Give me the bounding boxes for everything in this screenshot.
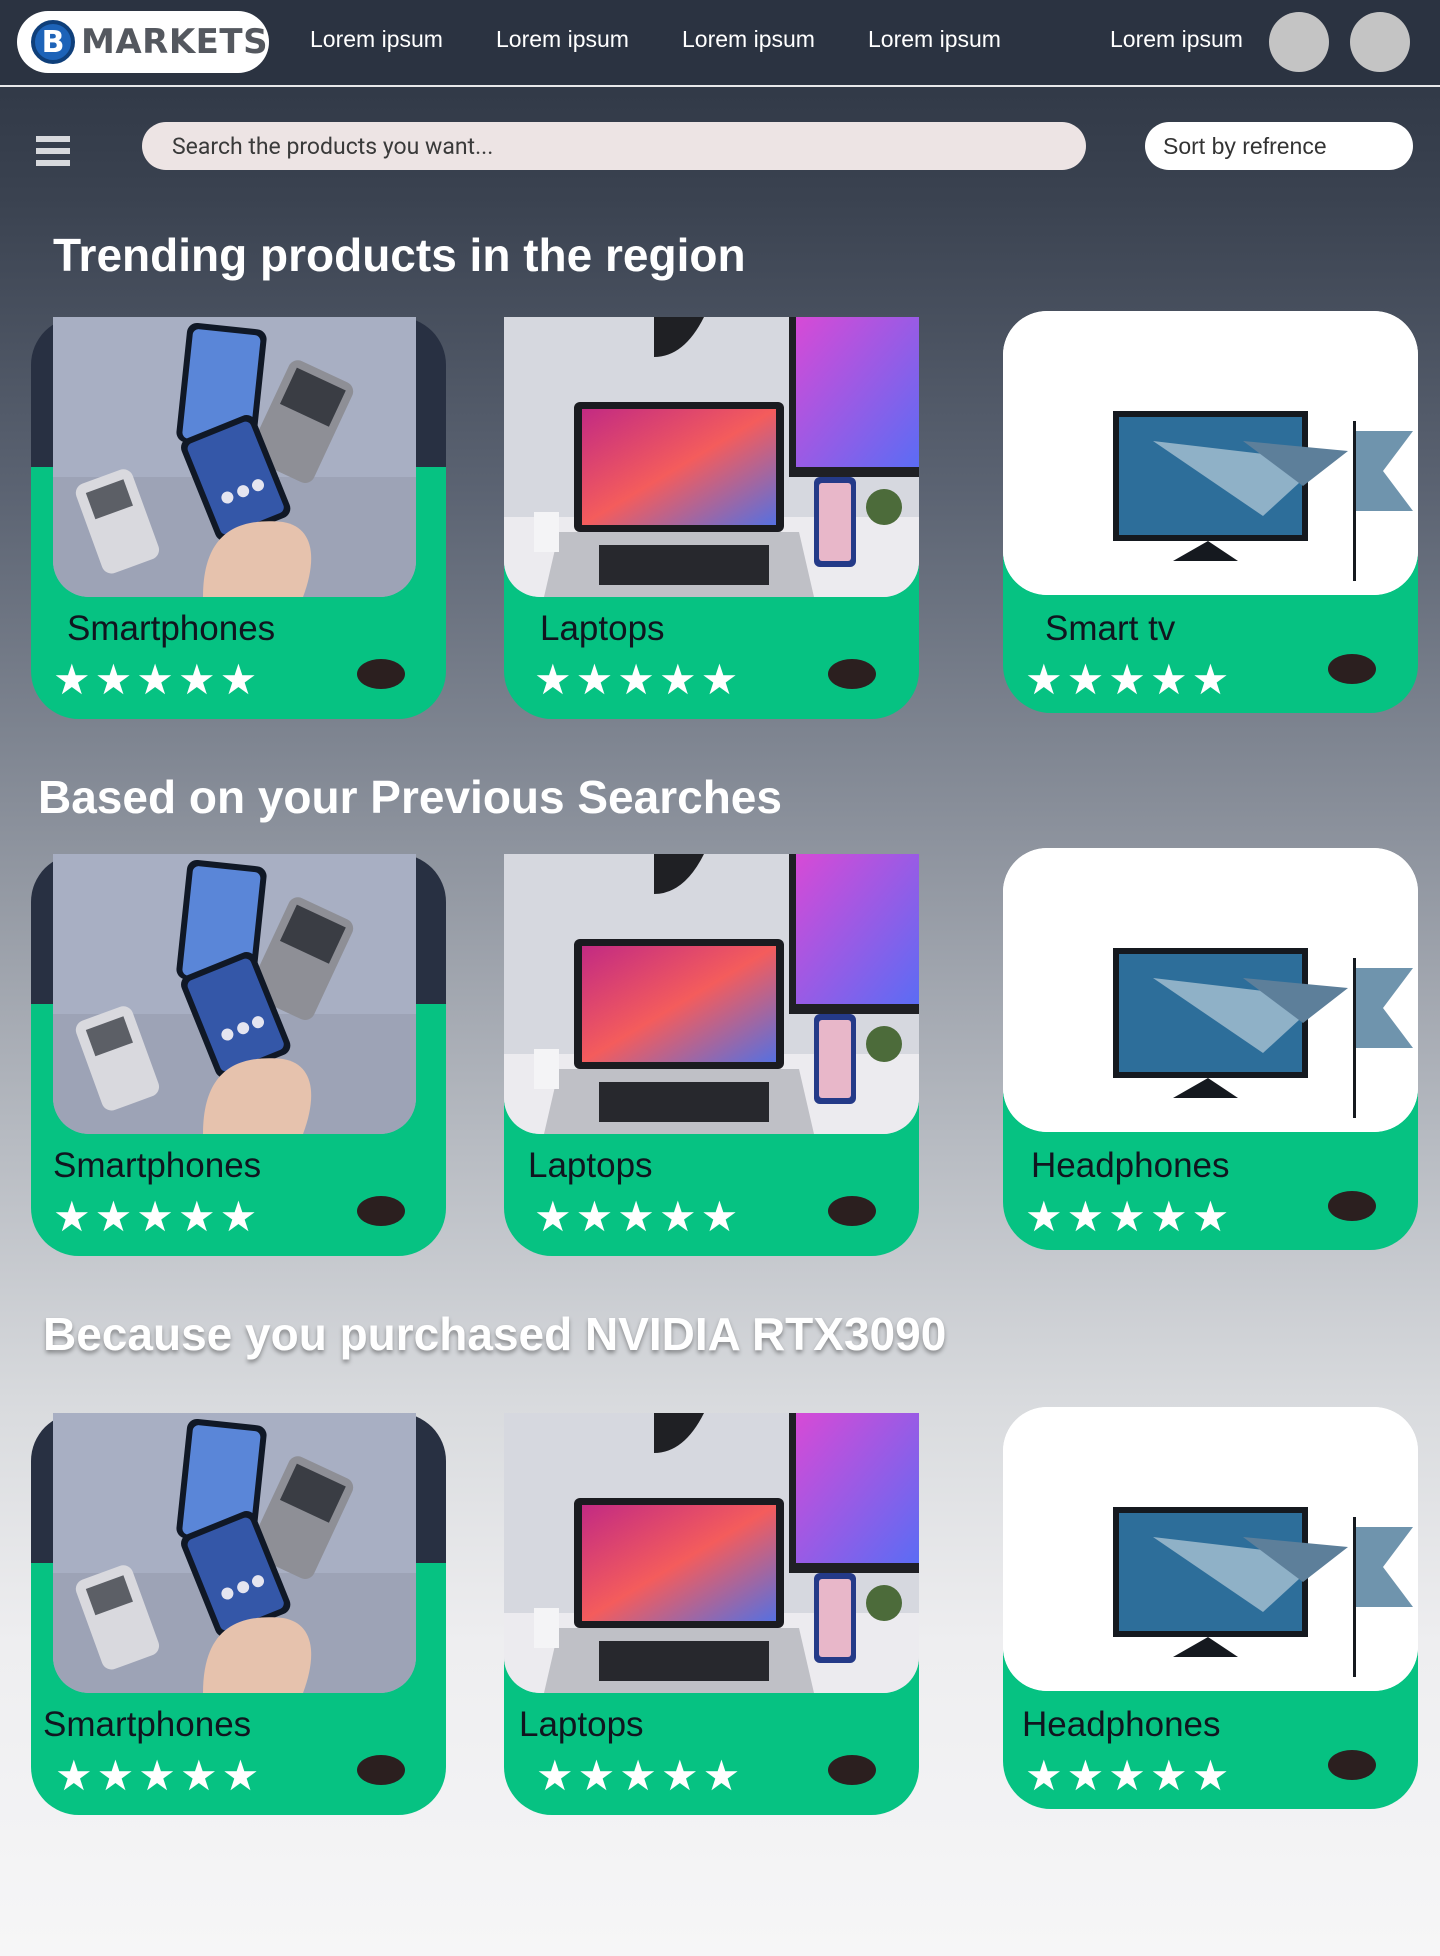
product-name: Smartphones — [67, 609, 276, 648]
rating-stars: ★★★★★ — [1025, 1192, 1234, 1241]
product-card[interactable]: Headphones ★★★★★ — [1003, 1407, 1418, 1809]
favorite-toggle[interactable] — [357, 1196, 405, 1226]
favorite-toggle[interactable] — [828, 659, 876, 689]
section-title-previous-searches: Based on your Previous Searches — [38, 771, 782, 823]
smart-tv-image — [1003, 311, 1418, 595]
section-title-trending: Trending products in the region — [53, 229, 746, 281]
account-avatar[interactable] — [1269, 12, 1329, 72]
smart-tv-image — [1003, 848, 1418, 1132]
nav-link-5[interactable]: Lorem ipsum — [1110, 26, 1243, 53]
product-card[interactable]: Smartphones ★★★★★ — [31, 1413, 446, 1815]
nav-link-1[interactable]: Lorem ipsum — [310, 26, 443, 53]
product-name: Laptops — [528, 1146, 653, 1185]
top-navigation-bar: B MARKETS Lorem ipsum Lorem ipsum Lorem … — [0, 0, 1440, 87]
favorite-toggle[interactable] — [1328, 654, 1376, 684]
product-card[interactable]: Laptops ★★★★★ — [504, 317, 919, 719]
product-name: Smartphones — [53, 1146, 262, 1185]
favorite-toggle[interactable] — [357, 659, 405, 689]
rating-stars: ★★★★★ — [536, 1751, 745, 1800]
sort-dropdown[interactable]: Sort by refrence — [1145, 122, 1413, 170]
logo-text: MARKETS — [81, 22, 269, 62]
laptop-image — [504, 1413, 919, 1693]
nav-link-4[interactable]: Lorem ipsum — [868, 26, 1001, 53]
favorite-toggle[interactable] — [1328, 1191, 1376, 1221]
cart-avatar[interactable] — [1350, 12, 1410, 72]
logo-mark-icon: B — [31, 20, 75, 64]
product-name: Smart tv — [1045, 609, 1176, 648]
favorite-toggle[interactable] — [828, 1755, 876, 1785]
product-card[interactable]: Laptops ★★★★★ — [504, 854, 919, 1256]
smart-tv-image — [1003, 1407, 1418, 1691]
product-card[interactable]: Smart tv ★★★★★ — [1003, 311, 1418, 713]
nav-link-3[interactable]: Lorem ipsum — [682, 26, 815, 53]
rating-stars: ★★★★★ — [534, 1192, 743, 1241]
rating-stars: ★★★★★ — [55, 1751, 264, 1800]
rating-stars: ★★★★★ — [534, 655, 743, 704]
rating-stars: ★★★★★ — [53, 1192, 262, 1241]
laptop-image — [504, 854, 919, 1134]
product-card[interactable]: Smartphones ★★★★★ — [31, 317, 446, 719]
smartphone-image — [53, 1413, 416, 1693]
product-name: Headphones — [1031, 1146, 1230, 1185]
logo[interactable]: B MARKETS — [17, 11, 269, 73]
product-card[interactable]: Headphones ★★★★★ — [1003, 848, 1418, 1250]
hamburger-menu-icon[interactable] — [36, 136, 72, 172]
product-name: Laptops — [519, 1705, 644, 1744]
favorite-toggle[interactable] — [1328, 1750, 1376, 1780]
rating-stars: ★★★★★ — [1025, 655, 1234, 704]
product-name: Headphones — [1022, 1705, 1221, 1744]
product-name: Smartphones — [43, 1705, 252, 1744]
product-name: Laptops — [540, 609, 665, 648]
search-input[interactable] — [142, 122, 1086, 170]
laptop-image — [504, 317, 919, 597]
favorite-toggle[interactable] — [357, 1755, 405, 1785]
favorite-toggle[interactable] — [828, 1196, 876, 1226]
rating-stars: ★★★★★ — [53, 655, 262, 704]
product-card[interactable]: Laptops ★★★★★ — [504, 1413, 919, 1815]
smartphone-image — [53, 854, 416, 1134]
rating-stars: ★★★★★ — [1025, 1751, 1234, 1800]
section-title-because-purchased: Because you purchased NVIDIA RTX3090 — [43, 1308, 947, 1360]
smartphone-image — [53, 317, 416, 597]
nav-link-2[interactable]: Lorem ipsum — [496, 26, 629, 53]
product-card[interactable]: Smartphones ★★★★★ — [31, 854, 446, 1256]
